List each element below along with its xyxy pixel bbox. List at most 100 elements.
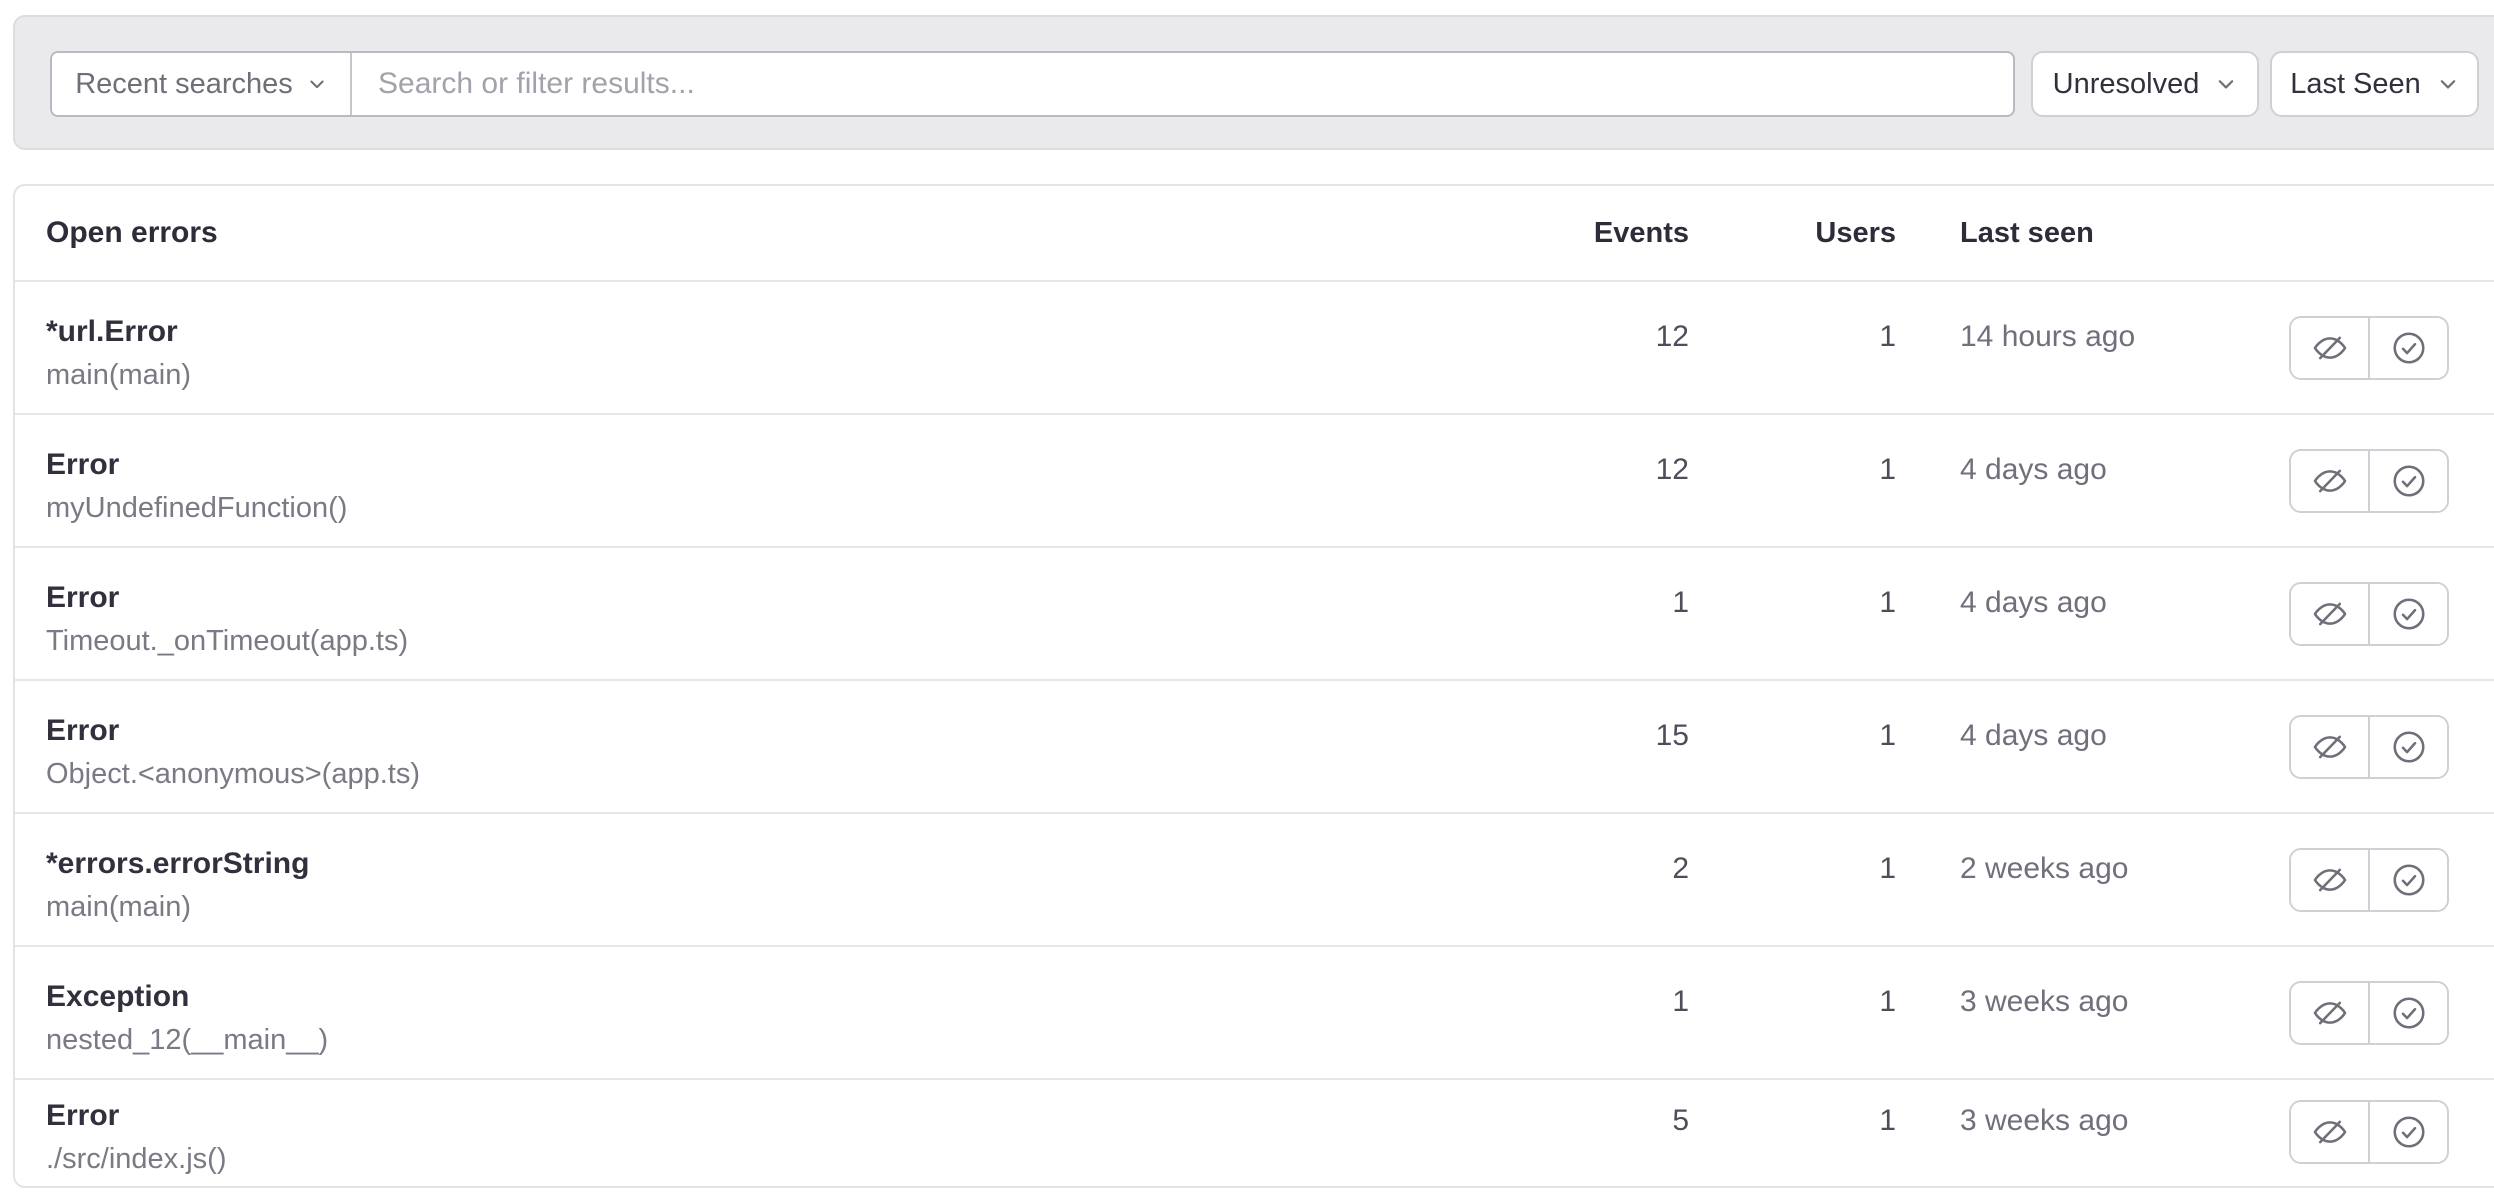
resolve-icon xyxy=(2390,595,2428,633)
recent-searches-dropdown[interactable]: Recent searches xyxy=(52,53,352,115)
status-filter-value: Unresolved xyxy=(2053,68,2200,101)
issue-culprit: ./src/index.js() xyxy=(46,1138,1539,1180)
resolve-icon xyxy=(2390,329,2428,367)
sort-filter-dropdown[interactable]: Last Seen xyxy=(2270,51,2479,117)
issue-culprit: myUndefinedFunction() xyxy=(46,487,1539,529)
issue-summary: *url.Error main(main) xyxy=(46,282,1539,396)
resolve-button[interactable] xyxy=(2368,451,2447,511)
issue-title-link[interactable]: Exception xyxy=(46,975,1539,1019)
table-row[interactable]: Error myUndefinedFunction() 12 1 4 days … xyxy=(15,415,2494,548)
resolve-icon xyxy=(2390,861,2428,899)
mute-button[interactable] xyxy=(2291,983,2368,1043)
events-count: 12 xyxy=(1539,282,1689,358)
table-header-row: Open errors Events Users Last seen xyxy=(15,186,2494,282)
mute-icon xyxy=(2311,861,2349,899)
issue-culprit: nested_12(__main__) xyxy=(46,1019,1539,1061)
chevron-down-icon xyxy=(2437,73,2459,95)
issue-title-link[interactable]: *errors.errorString xyxy=(46,842,1539,886)
events-count: 15 xyxy=(1539,681,1689,757)
issue-culprit: Object.<anonymous>(app.ts) xyxy=(46,753,1539,795)
users-count: 1 xyxy=(1689,947,1896,1023)
mute-button[interactable] xyxy=(2291,318,2368,378)
search-bar: Recent searches xyxy=(50,51,2015,117)
resolve-button[interactable] xyxy=(2368,318,2447,378)
issue-title-link[interactable]: Error xyxy=(46,443,1539,487)
last-seen-value: 3 weeks ago xyxy=(1896,1080,2289,1142)
issue-summary: Error myUndefinedFunction() xyxy=(46,415,1539,529)
row-actions xyxy=(2289,848,2449,912)
action-button-group xyxy=(2289,316,2449,380)
column-header-last-seen: Last seen xyxy=(1896,217,2289,250)
resolve-button[interactable] xyxy=(2368,584,2447,644)
table-row[interactable]: Error Timeout._onTimeout(app.ts) 1 1 4 d… xyxy=(15,548,2494,681)
events-count: 1 xyxy=(1539,947,1689,1023)
last-seen-value: 2 weeks ago xyxy=(1896,814,2289,890)
events-count: 1 xyxy=(1539,548,1689,624)
chevron-down-icon xyxy=(2215,73,2237,95)
resolve-button[interactable] xyxy=(2368,1102,2447,1162)
mute-icon xyxy=(2311,329,2349,367)
row-actions xyxy=(2289,582,2449,646)
issue-summary: Error ./src/index.js() xyxy=(46,1080,1539,1180)
panel-title: Open errors xyxy=(46,216,1539,250)
issue-title-link[interactable]: *url.Error xyxy=(46,310,1539,354)
resolve-button[interactable] xyxy=(2368,850,2447,910)
users-count: 1 xyxy=(1689,814,1896,890)
events-count: 5 xyxy=(1539,1080,1689,1142)
users-count: 1 xyxy=(1689,548,1896,624)
mute-button[interactable] xyxy=(2291,1102,2368,1162)
resolve-button[interactable] xyxy=(2368,983,2447,1043)
last-seen-value: 3 weeks ago xyxy=(1896,947,2289,1023)
issue-title-link[interactable]: Error xyxy=(46,1094,1539,1138)
issue-summary: Error Object.<anonymous>(app.ts) xyxy=(46,681,1539,795)
events-count: 2 xyxy=(1539,814,1689,890)
column-header-events: Events xyxy=(1539,217,1689,250)
mute-icon xyxy=(2311,462,2349,500)
action-button-group xyxy=(2289,848,2449,912)
mute-icon xyxy=(2311,1113,2349,1151)
mute-button[interactable] xyxy=(2291,717,2368,777)
table-row[interactable]: *errors.errorString main(main) 2 1 2 wee… xyxy=(15,814,2494,947)
users-count: 1 xyxy=(1689,681,1896,757)
users-count: 1 xyxy=(1689,415,1896,491)
resolve-icon xyxy=(2390,994,2428,1032)
action-button-group xyxy=(2289,582,2449,646)
issue-title-link[interactable]: Error xyxy=(46,576,1539,620)
row-actions xyxy=(2289,449,2449,513)
last-seen-value: 4 days ago xyxy=(1896,548,2289,624)
resolve-icon xyxy=(2390,728,2428,766)
action-button-group xyxy=(2289,449,2449,513)
issue-culprit: main(main) xyxy=(46,886,1539,928)
table-row[interactable]: Error Object.<anonymous>(app.ts) 15 1 4 … xyxy=(15,681,2494,814)
status-filter-dropdown[interactable]: Unresolved xyxy=(2031,51,2259,117)
mute-icon xyxy=(2311,994,2349,1032)
issue-culprit: Timeout._onTimeout(app.ts) xyxy=(46,620,1539,662)
resolve-button[interactable] xyxy=(2368,717,2447,777)
search-input[interactable] xyxy=(352,53,2013,115)
resolve-icon xyxy=(2390,462,2428,500)
sort-filter-value: Last Seen xyxy=(2290,68,2421,101)
table-row[interactable]: Exception nested_12(__main__) 1 1 3 week… xyxy=(15,947,2494,1080)
events-count: 12 xyxy=(1539,415,1689,491)
table-row[interactable]: *url.Error main(main) 12 1 14 hours ago xyxy=(15,282,2494,415)
mute-button[interactable] xyxy=(2291,451,2368,511)
open-errors-panel: Open errors Events Users Last seen *url.… xyxy=(13,184,2494,1188)
last-seen-value: 4 days ago xyxy=(1896,415,2289,491)
mute-icon xyxy=(2311,728,2349,766)
mute-button[interactable] xyxy=(2291,584,2368,644)
users-count: 1 xyxy=(1689,1080,1896,1142)
chevron-down-icon xyxy=(307,74,327,94)
last-seen-value: 4 days ago xyxy=(1896,681,2289,757)
last-seen-value: 14 hours ago xyxy=(1896,282,2289,358)
table-row[interactable]: Error ./src/index.js() 5 1 3 weeks ago xyxy=(15,1080,2494,1184)
issues-filter-bar: Recent searches Unresolved Last Seen xyxy=(13,15,2494,150)
issue-title-link[interactable]: Error xyxy=(46,709,1539,753)
mute-button[interactable] xyxy=(2291,850,2368,910)
action-button-group xyxy=(2289,1100,2449,1164)
issue-culprit: main(main) xyxy=(46,354,1539,396)
issue-summary: *errors.errorString main(main) xyxy=(46,814,1539,928)
issue-summary: Error Timeout._onTimeout(app.ts) xyxy=(46,548,1539,662)
recent-searches-label: Recent searches xyxy=(75,68,293,101)
row-actions xyxy=(2289,715,2449,779)
action-button-group xyxy=(2289,981,2449,1045)
